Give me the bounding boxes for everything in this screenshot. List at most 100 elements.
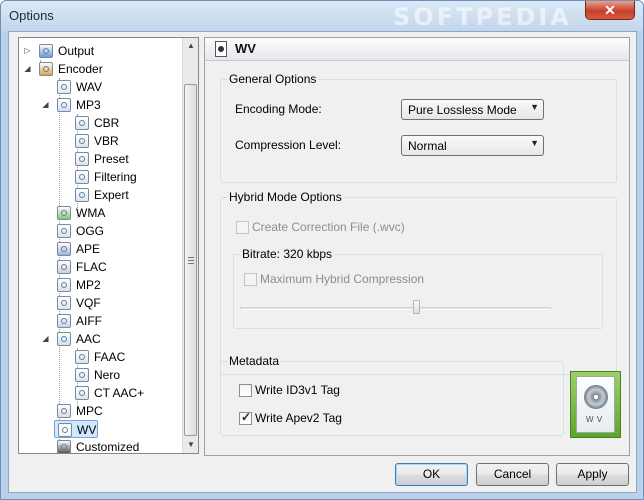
tree-item-cbr[interactable]: CBR	[19, 114, 179, 132]
expander-icon[interactable]: ▷	[23, 42, 32, 60]
tree-item-label: MPC	[76, 404, 103, 418]
tree-item-nero[interactable]: Nero	[19, 366, 179, 384]
apply-button[interactable]: Apply	[556, 463, 629, 486]
write-apev2-checkbox[interactable]: ✓	[239, 410, 252, 425]
hybrid-mode-title: Hybrid Mode Options	[227, 190, 344, 204]
chevron-down-icon: ▼	[530, 138, 539, 148]
tree-item-label: MP3	[76, 98, 101, 112]
wv-settings-panel: WV General Options Encoding Mode: Pure L…	[204, 37, 630, 456]
tree-item-label: VBR	[94, 134, 119, 148]
tree-item-label: CBR	[94, 116, 120, 130]
hybrid-mode-group: Hybrid Mode Options Create Correction Fi…	[220, 190, 617, 375]
expert-settings-icon	[75, 188, 89, 202]
encoding-mode-dropdown[interactable]: Pure Lossless Mode ▼	[401, 99, 544, 120]
write-id3v1-label: Write ID3v1 Tag	[255, 383, 340, 397]
write-id3v1-checkbox[interactable]	[239, 384, 252, 397]
tree-item-vqf[interactable]: VQF	[19, 294, 179, 312]
window-title: Options	[9, 8, 54, 23]
tree-item-ogg[interactable]: OGG	[19, 222, 179, 240]
encoding-mode-label: Encoding Mode:	[235, 102, 322, 116]
panel-header: WV	[205, 38, 629, 61]
tree-item-label: Preset	[94, 152, 129, 166]
encoding-mode-value: Pure Lossless Mode	[408, 103, 517, 117]
tree-item-vbr[interactable]: VBR	[19, 132, 179, 150]
checkmark-icon: ✓	[241, 410, 252, 424]
max-hybrid-checkbox[interactable]	[244, 273, 257, 286]
tree-scrollbar[interactable]: ▲ ▼	[182, 38, 198, 453]
tree-item-label: Customized	[76, 440, 140, 454]
preset-settings-icon	[75, 152, 89, 166]
cbr-settings-icon	[75, 116, 89, 130]
tree-item-label: WAV	[76, 80, 102, 94]
wv-file-icon	[58, 423, 72, 437]
tree-item-label: VQF	[76, 296, 101, 310]
tree-item-wma[interactable]: WMA	[19, 204, 179, 222]
tree-item-wv[interactable]: WV	[54, 420, 98, 438]
ct-aac-settings-icon	[75, 386, 89, 400]
compression-level-dropdown[interactable]: Normal ▼	[401, 135, 544, 156]
wv-logo-text: WV	[585, 415, 606, 424]
bitrate-slider-thumb[interactable]	[413, 300, 420, 314]
tree-item-label: MP2	[76, 278, 101, 292]
general-options-group: General Options Encoding Mode: Pure Loss…	[220, 72, 617, 183]
aiff-file-icon	[57, 314, 71, 328]
panel-title: WV	[235, 41, 256, 56]
tree-item-filtering[interactable]: Filtering	[19, 168, 179, 186]
chevron-down-icon: ▼	[530, 102, 539, 112]
bitrate-slider-track[interactable]	[240, 307, 551, 310]
tree-item-encoder[interactable]: ◢ Encoder	[19, 60, 179, 78]
scroll-thumb[interactable]	[184, 84, 197, 436]
title-bar[interactable]: Options SOFTPEDIA ✕	[1, 1, 643, 31]
mp2-file-icon	[57, 278, 71, 292]
close-icon: ✕	[604, 2, 616, 18]
tree-item-label: Output	[58, 44, 95, 58]
expander-icon[interactable]: ◢	[41, 96, 50, 114]
tree-item-label: FAAC	[94, 350, 126, 364]
expander-icon[interactable]: ◢	[23, 60, 32, 78]
scroll-down-icon[interactable]: ▼	[183, 437, 198, 453]
options-window: Options SOFTPEDIA ✕ ▷ Output ◢ Encoder WAV ◢ M…	[0, 0, 644, 500]
write-apev2-label: Write Apev2 Tag	[255, 411, 342, 425]
wv-logo-card: WV	[576, 376, 615, 433]
ok-button[interactable]: OK	[395, 463, 468, 486]
encoder-tools-icon	[39, 62, 53, 76]
tree-item-label: Encoder	[58, 62, 103, 76]
tree-item-ct-aac[interactable]: CT AAC+	[19, 384, 179, 402]
tree-item-preset[interactable]: Preset	[19, 150, 179, 168]
tree-item-mpc[interactable]: MPC	[19, 402, 179, 420]
vqf-file-icon	[57, 296, 71, 310]
scroll-up-icon[interactable]: ▲	[183, 38, 198, 54]
tree-item-label: Filtering	[94, 170, 137, 184]
cancel-button[interactable]: Cancel	[476, 463, 549, 486]
compression-level-value: Normal	[408, 139, 447, 153]
tree-item-faac[interactable]: FAAC	[19, 348, 179, 366]
tree-item-flac[interactable]: FLAC	[19, 258, 179, 276]
flac-file-icon	[57, 260, 71, 274]
dialog-client-area: ▷ Output ◢ Encoder WAV ◢ MP3 CBR VBR Preset Filter…	[8, 31, 637, 493]
grip-icon	[188, 257, 194, 264]
tree-item-mp2[interactable]: MP2	[19, 276, 179, 294]
encoder-tree[interactable]: ▷ Output ◢ Encoder WAV ◢ MP3 CBR VBR Preset Filter…	[18, 37, 199, 454]
filtering-settings-icon	[75, 170, 89, 184]
tree-item-mp3[interactable]: ◢ MP3	[19, 96, 179, 114]
tree-item-output[interactable]: ▷ Output	[19, 42, 179, 60]
close-button[interactable]: ✕	[585, 1, 635, 20]
ogg-file-icon	[57, 224, 71, 238]
max-hybrid-label: Maximum Hybrid Compression	[260, 272, 425, 286]
tree-item-aac[interactable]: ◢ AAC	[19, 330, 179, 348]
general-options-title: General Options	[227, 72, 319, 86]
create-correction-label: Create Correction File (.wvc)	[252, 220, 405, 234]
expander-icon[interactable]: ◢	[41, 330, 50, 348]
tree-item-label: FLAC	[76, 260, 107, 274]
tree-item-customized[interactable]: Customized	[19, 438, 179, 454]
wv-file-icon	[215, 41, 227, 57]
tree-item-aiff[interactable]: AIFF	[19, 312, 179, 330]
wv-logo: WV	[570, 371, 621, 438]
tree-item-expert[interactable]: Expert	[19, 186, 179, 204]
tree-item-wav[interactable]: WAV	[19, 78, 179, 96]
tree-item-ape[interactable]: APE	[19, 240, 179, 258]
bitrate-group: Bitrate: 320 kbps Maximum Hybrid Compres…	[233, 247, 603, 329]
create-correction-checkbox[interactable]	[236, 221, 249, 234]
wav-file-icon	[57, 80, 71, 94]
mpc-file-icon	[57, 404, 71, 418]
